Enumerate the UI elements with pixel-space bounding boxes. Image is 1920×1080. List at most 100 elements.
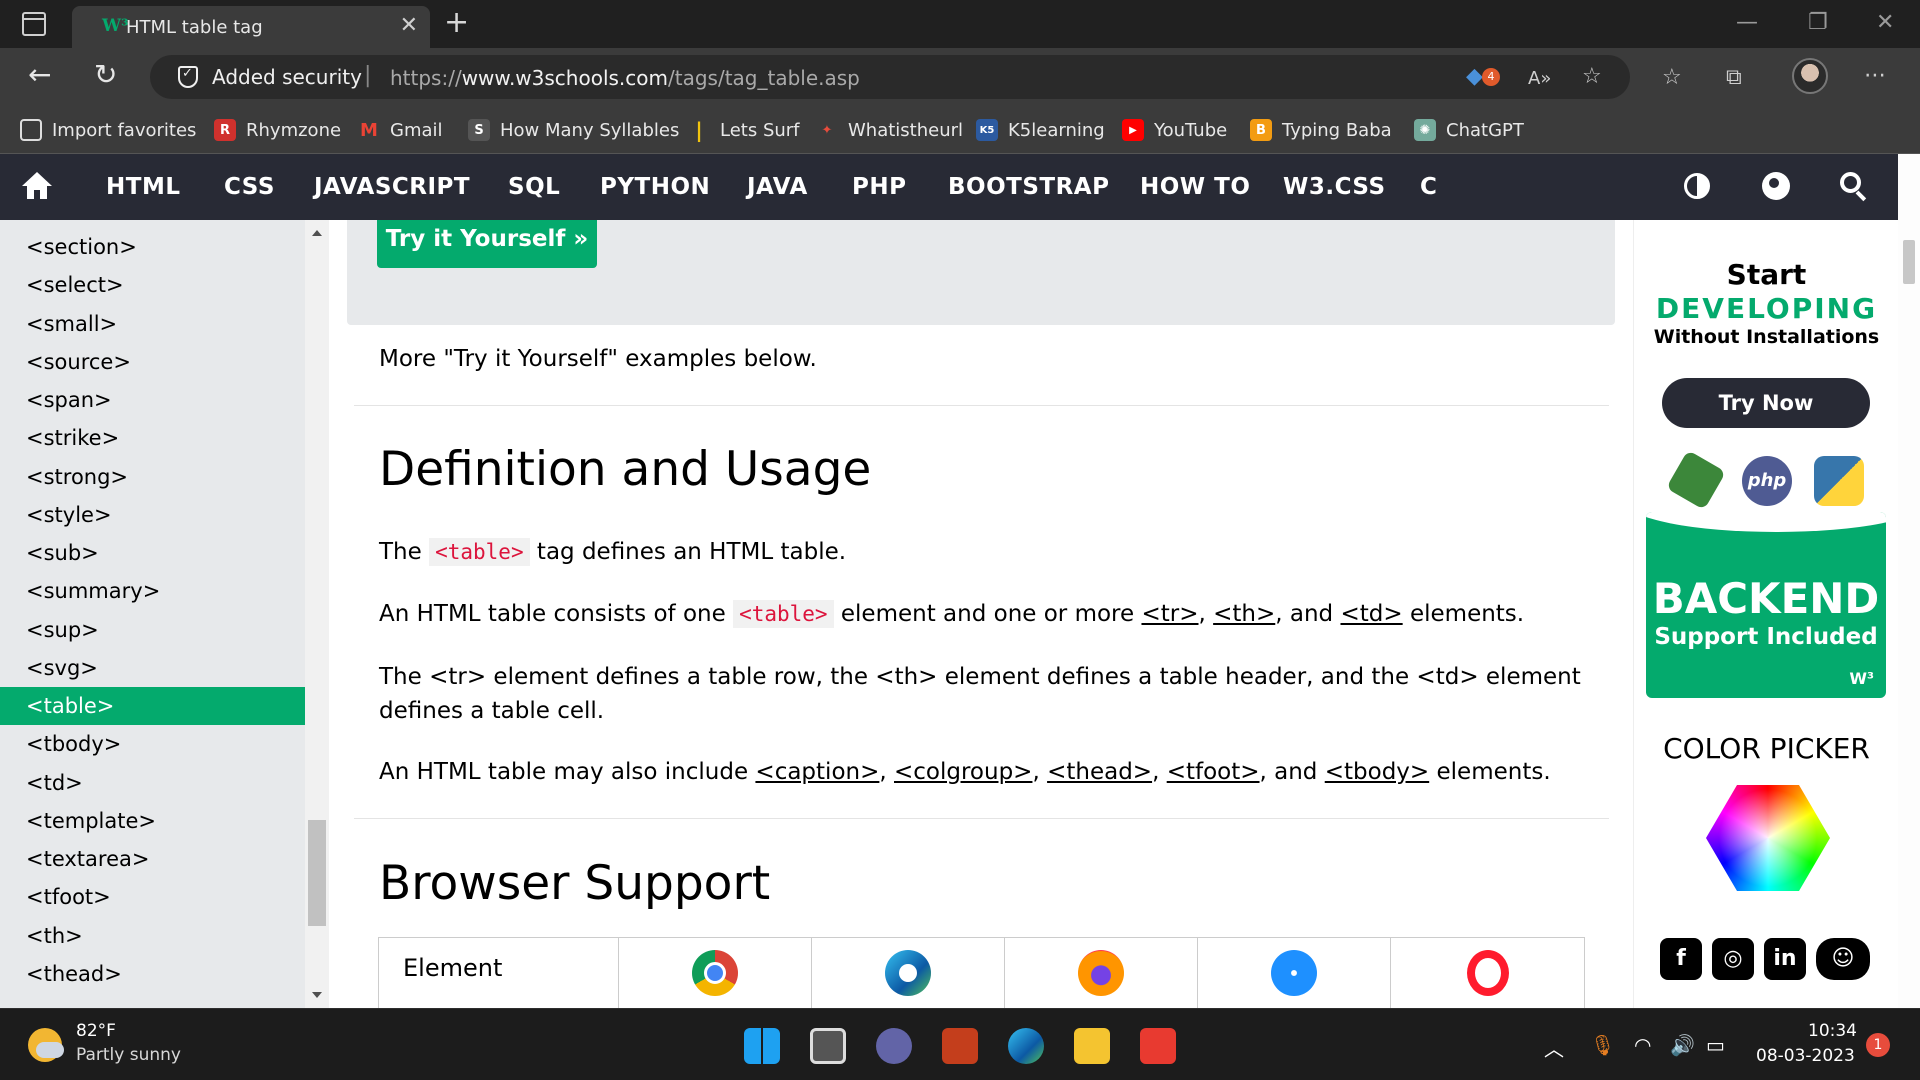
file-explorer-icon[interactable] xyxy=(1074,1028,1110,1064)
clock-time[interactable]: 10:34 xyxy=(1808,1021,1857,1041)
page-scrollbar[interactable] xyxy=(1898,154,1920,1008)
wifi-icon[interactable]: ◠ xyxy=(1634,1033,1651,1057)
start-icon[interactable] xyxy=(744,1028,780,1064)
sidebar-item-section[interactable]: <section> xyxy=(0,228,305,266)
bookmark-gmail[interactable]: M Gmail xyxy=(358,118,442,142)
nav-python[interactable]: PYTHON xyxy=(600,174,710,200)
color-picker-label[interactable]: COLOR PICKER xyxy=(1634,732,1899,765)
bookmark-lets-surf[interactable]: | Lets Surf xyxy=(688,118,799,142)
backend-ad-banner[interactable]: BACKEND Support Included W³ xyxy=(1646,512,1886,698)
sidebar-item-source[interactable]: <source> xyxy=(0,343,305,381)
bookmark-chatgpt[interactable]: ✺ ChatGPT xyxy=(1414,118,1524,142)
back-arrow-icon[interactable]: ← xyxy=(28,60,51,90)
nav-c[interactable]: C xyxy=(1420,174,1437,200)
search-icon[interactable] xyxy=(1840,172,1868,202)
workspaces-icon[interactable] xyxy=(22,12,46,36)
partly-sunny-icon[interactable] xyxy=(28,1028,64,1062)
battery-icon[interactable]: ▭ xyxy=(1706,1033,1725,1057)
sidebar-item-span[interactable]: <span> xyxy=(0,381,305,419)
extension-icon[interactable]: ◆ xyxy=(1466,65,1483,89)
thead-link[interactable]: <thead> xyxy=(1047,759,1152,785)
read-aloud-icon[interactable]: A» xyxy=(1528,67,1551,91)
discord-icon[interactable]: ☺ xyxy=(1816,938,1870,980)
sidebar-item-tbody[interactable]: <tbody> xyxy=(0,725,305,763)
sidebar-item-textarea[interactable]: <textarea> xyxy=(0,840,305,878)
active-tab[interactable]: W³ HTML table tag ✕ xyxy=(72,6,430,48)
sidebar-item-strong[interactable]: <strong> xyxy=(0,458,305,496)
minimize-icon[interactable]: — xyxy=(1736,10,1758,35)
shield-icon[interactable] xyxy=(178,66,198,88)
profile-avatar[interactable] xyxy=(1792,58,1828,94)
tfoot-link[interactable]: <tfoot> xyxy=(1167,759,1260,785)
task-view-icon[interactable] xyxy=(810,1028,846,1064)
volume-icon[interactable]: 🔊 xyxy=(1670,1033,1695,1057)
nav-sql[interactable]: SQL xyxy=(508,174,560,200)
sidebar-item-thead[interactable]: <thead> xyxy=(0,955,305,993)
linkedin-icon[interactable]: in xyxy=(1764,938,1806,980)
globe-icon[interactable] xyxy=(1762,172,1790,200)
url-field[interactable]: Added security | https://www.w3schools.c… xyxy=(150,55,1630,99)
microphone-icon[interactable]: 🎙 xyxy=(1590,1033,1615,1057)
powerpoint-icon[interactable] xyxy=(942,1028,978,1064)
bookmark-typing-baba[interactable]: B Typing Baba xyxy=(1250,118,1392,142)
sidebar-scrollbar[interactable] xyxy=(305,220,329,1008)
nav-w3css[interactable]: W3.CSS xyxy=(1283,174,1386,200)
restore-icon[interactable]: ❐ xyxy=(1808,10,1828,35)
sidebar-item-table[interactable]: <table> xyxy=(0,687,305,725)
collections-icon[interactable]: ⧉ xyxy=(1726,66,1742,90)
security-label[interactable]: Added security xyxy=(212,65,362,89)
nav-php[interactable]: PHP xyxy=(852,174,906,200)
show-hidden-icons-icon[interactable]: ︿ xyxy=(1544,1033,1564,1062)
sidebar-item-th[interactable]: <th> xyxy=(0,917,305,955)
sidebar-item-svg[interactable]: <svg> xyxy=(0,649,305,687)
sidebar-item-sub[interactable]: <sub> xyxy=(0,534,305,572)
favorites-icon[interactable]: ☆ xyxy=(1662,66,1682,90)
sidebar-item-small[interactable]: <small> xyxy=(0,305,305,343)
sidebar-item-summary[interactable]: <summary> xyxy=(0,572,305,610)
instagram-icon[interactable]: ◎ xyxy=(1712,938,1754,980)
nav-html[interactable]: HTML xyxy=(106,174,180,200)
caption-link[interactable]: <caption> xyxy=(755,759,879,785)
url-text[interactable]: https://www.w3schools.com/tags/tag_table… xyxy=(390,66,860,90)
bookmark-whatistheurl[interactable]: ✦ Whatistheurl xyxy=(816,118,963,142)
nav-javascript[interactable]: JAVASCRIPT xyxy=(314,174,470,200)
edge-taskbar-icon[interactable] xyxy=(1008,1028,1044,1064)
tbody-link[interactable]: <tbody> xyxy=(1325,759,1429,785)
bookmark-how-many-syllables[interactable]: S How Many Syllables xyxy=(468,118,679,142)
sidebar-item-strike[interactable]: <strike> xyxy=(0,419,305,457)
more-options-icon[interactable]: ⋯ xyxy=(1864,64,1886,88)
dark-mode-icon[interactable] xyxy=(1684,173,1710,199)
nav-css[interactable]: CSS xyxy=(224,174,275,200)
sidebar-item-sup[interactable]: <sup> xyxy=(0,611,305,649)
nav-java[interactable]: JAVA xyxy=(747,174,808,200)
scroll-up-arrow-icon[interactable] xyxy=(312,230,322,236)
try-now-button[interactable]: Try Now xyxy=(1662,378,1870,428)
nav-bootstrap[interactable]: BOOTSTRAP xyxy=(948,174,1109,200)
weather-temperature[interactable]: 82°F xyxy=(76,1021,116,1041)
bookmark-import-favorites[interactable]: Import favorites xyxy=(20,118,196,142)
try-it-yourself-button[interactable]: Try it Yourself » xyxy=(377,220,597,268)
refresh-icon[interactable]: ↻ xyxy=(94,60,117,90)
sidebar-item-template[interactable]: <template> xyxy=(0,802,305,840)
tr-link[interactable]: <tr> xyxy=(1141,601,1198,627)
page-scroll-thumb[interactable] xyxy=(1903,240,1915,284)
sidebar-scroll-thumb[interactable] xyxy=(308,820,326,926)
bookmark-youtube[interactable]: ▶ YouTube xyxy=(1122,118,1227,142)
notification-badge[interactable]: 1 xyxy=(1866,1033,1890,1057)
weather-description[interactable]: Partly sunny xyxy=(76,1045,181,1065)
td-link[interactable]: <td> xyxy=(1340,601,1402,627)
bookmark-k5learning[interactable]: K5 K5learning xyxy=(976,118,1105,142)
add-favorite-icon[interactable]: ☆ xyxy=(1582,65,1602,89)
bookmark-rhymzone[interactable]: R Rhymzone xyxy=(214,118,341,142)
facebook-icon[interactable]: f xyxy=(1660,938,1702,980)
tab-close-icon[interactable]: ✕ xyxy=(400,14,418,38)
home-icon[interactable] xyxy=(22,172,52,200)
scroll-down-arrow-icon[interactable] xyxy=(312,992,322,998)
new-tab-button[interactable]: + xyxy=(444,8,469,38)
color-picker-icon[interactable] xyxy=(1706,785,1830,891)
teams-chat-icon[interactable] xyxy=(876,1028,912,1064)
colgroup-link[interactable]: <colgroup> xyxy=(894,759,1032,785)
wps-office-icon[interactable] xyxy=(1140,1028,1176,1064)
nav-how-to[interactable]: HOW TO xyxy=(1140,174,1250,200)
th-link[interactable]: <th> xyxy=(1213,601,1275,627)
